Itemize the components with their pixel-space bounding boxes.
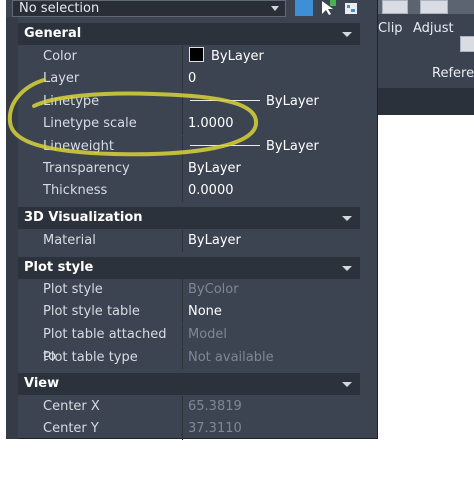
property-row-center-y[interactable]: Center Y 37.3110 bbox=[18, 418, 360, 440]
property-label: Plot style bbox=[43, 282, 103, 297]
section-plot-style-title: Plot style bbox=[24, 260, 94, 275]
adjust-icon[interactable] bbox=[420, 0, 448, 14]
property-row-layer[interactable]: Layer 0 bbox=[18, 68, 360, 90]
section-view-title: View bbox=[24, 376, 60, 391]
property-label: Linetype bbox=[43, 94, 100, 109]
section-general-title: General bbox=[24, 26, 82, 41]
property-label: Lineweight bbox=[43, 139, 114, 154]
palette-toolbar bbox=[295, 0, 365, 17]
property-label: Color bbox=[43, 49, 77, 64]
property-value-layer[interactable]: 0 bbox=[182, 68, 360, 90]
collapse-caret-icon[interactable] bbox=[342, 32, 352, 37]
property-value-center-x[interactable]: 65.3819 bbox=[182, 396, 360, 418]
property-value-plot-style-table[interactable]: None bbox=[182, 301, 360, 323]
property-row-thickness[interactable]: Thickness 0.0000 bbox=[18, 180, 360, 202]
property-label: Linetype scale bbox=[43, 116, 137, 131]
palette-side-strip[interactable] bbox=[6, 17, 18, 439]
property-row-color[interactable]: Color ByLayer bbox=[18, 46, 360, 68]
ribbon-panel: Clip Adjust Referen bbox=[376, 0, 474, 115]
ribbon-tab-band bbox=[376, 88, 474, 115]
reference-icon[interactable] bbox=[460, 36, 474, 52]
property-value-plot-table-attached: Model bbox=[182, 324, 360, 346]
property-value-color[interactable]: ByLayer bbox=[182, 46, 360, 68]
property-row-lineweight[interactable]: Lineweight ByLayer bbox=[18, 136, 360, 158]
property-value-plot-table-type: Not available bbox=[182, 347, 360, 369]
property-value-transparency[interactable]: ByLayer bbox=[182, 158, 360, 180]
selection-dropdown[interactable]: No selection bbox=[12, 0, 286, 17]
property-value-linetype[interactable]: ByLayer bbox=[182, 91, 360, 113]
section-view-header[interactable]: View bbox=[18, 373, 360, 395]
property-label: Center Y bbox=[43, 421, 99, 436]
color-swatch bbox=[189, 47, 204, 62]
property-value-linetype-scale[interactable]: 1.0000 bbox=[182, 113, 360, 135]
property-row-linetype-scale[interactable]: Linetype scale 1.0000 bbox=[18, 113, 360, 135]
clip-button[interactable]: Clip bbox=[378, 21, 403, 36]
toggle-pickadd-icon[interactable] bbox=[295, 0, 313, 16]
property-row-plot-table-type[interactable]: Plot table type Not available bbox=[18, 347, 360, 369]
property-label: Layer bbox=[43, 71, 80, 86]
property-row-plot-style[interactable]: Plot style ByColor bbox=[18, 279, 360, 301]
section-3d-visualization-header[interactable]: 3D Visualization bbox=[18, 207, 360, 229]
quick-select-icon[interactable] bbox=[343, 0, 361, 16]
selection-value: No selection bbox=[19, 1, 100, 16]
property-label: Plot style table bbox=[43, 304, 140, 319]
chevron-down-icon[interactable] bbox=[271, 6, 279, 11]
collapse-caret-icon[interactable] bbox=[342, 216, 352, 221]
reference-panel-label: Referen bbox=[432, 66, 474, 81]
property-label: Thickness bbox=[43, 183, 108, 198]
color-value-text: ByLayer bbox=[211, 49, 264, 64]
property-value-plot-style: ByColor bbox=[182, 279, 360, 301]
property-row-plot-table-attached[interactable]: Plot table attached to Model bbox=[18, 324, 360, 364]
section-3d-visualization-title: 3D Visualization bbox=[24, 210, 143, 225]
property-row-material[interactable]: Material ByLayer bbox=[18, 230, 360, 252]
linetype-sample bbox=[190, 100, 260, 101]
property-row-center-x[interactable]: Center X 65.3819 bbox=[18, 396, 360, 418]
lineweight-value-text: ByLayer bbox=[266, 139, 319, 154]
property-label: Transparency bbox=[43, 161, 130, 176]
property-row-transparency[interactable]: Transparency ByLayer bbox=[18, 158, 360, 180]
property-label: Material bbox=[43, 233, 96, 248]
property-label: Center X bbox=[43, 399, 100, 414]
property-value-thickness[interactable]: 0.0000 bbox=[182, 180, 360, 202]
collapse-caret-icon[interactable] bbox=[342, 266, 352, 271]
property-label: Plot table attached to bbox=[43, 327, 167, 364]
adjust-button[interactable]: Adjust bbox=[413, 21, 454, 36]
property-label: Plot table type bbox=[43, 350, 138, 365]
lineweight-sample bbox=[190, 145, 260, 146]
property-row-linetype[interactable]: Linetype ByLayer bbox=[18, 91, 360, 113]
section-plot-style-header[interactable]: Plot style bbox=[18, 257, 360, 279]
property-row-plot-style-table[interactable]: Plot style table None bbox=[18, 301, 360, 323]
property-value-center-y[interactable]: 37.3110 bbox=[182, 418, 360, 440]
property-value-lineweight[interactable]: ByLayer bbox=[182, 136, 360, 158]
property-value-material[interactable]: ByLayer bbox=[182, 230, 360, 252]
clip-icon[interactable] bbox=[382, 0, 408, 14]
collapse-caret-icon[interactable] bbox=[342, 382, 352, 387]
linetype-value-text: ByLayer bbox=[266, 94, 319, 109]
select-objects-icon[interactable] bbox=[319, 0, 337, 16]
section-general-header[interactable]: General bbox=[18, 23, 360, 45]
